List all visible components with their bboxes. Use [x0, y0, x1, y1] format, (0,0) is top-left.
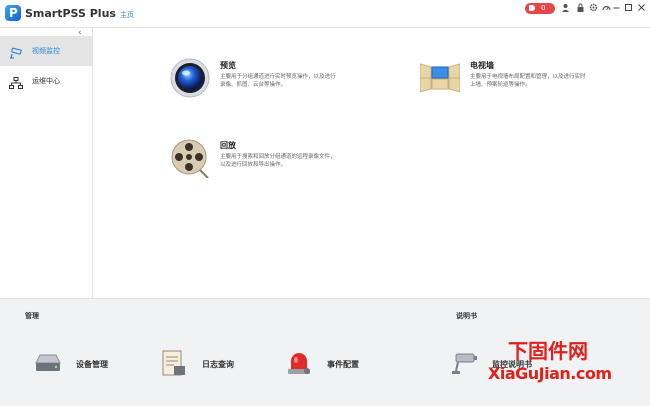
- title-bar: P SmartPSS Plus 主页 0: [0, 0, 650, 28]
- lock-icon[interactable]: [576, 3, 585, 12]
- app-title: SmartPSS Plus: [25, 7, 116, 20]
- network-icon: [9, 74, 23, 89]
- watermark-top: 下固件网: [508, 339, 588, 363]
- sidebar-item-label: 运维中心: [32, 77, 60, 85]
- module-description: 主要用于分组通道进行实时预览操作，以及进行录像、抓图、云台等操作。: [220, 74, 336, 88]
- tool-label: 日志查询: [202, 360, 234, 369]
- close-icon[interactable]: [637, 3, 646, 12]
- tool-label: 设备管理: [76, 360, 108, 369]
- device-icon: [34, 349, 62, 377]
- alarm-light-icon: [285, 349, 313, 377]
- module-preview[interactable]: 预览 主要用于分组通道进行实时预览操作，以及进行录像、抓图、云台等操作。: [170, 58, 350, 103]
- minimize-icon[interactable]: [612, 3, 621, 12]
- lens-icon: [170, 58, 210, 98]
- module-playback[interactable]: 回放 主要用于搜索和回放分组通道的远程录像文件，以及进行回放和导出操作。: [170, 138, 350, 183]
- module-description: 主要用于搜索和回放分组通道的远程录像文件，以及进行回放和导出操作。: [220, 154, 336, 168]
- film-reel-icon: [170, 138, 210, 179]
- gear-icon[interactable]: [589, 3, 598, 12]
- app-logo-icon: P: [5, 5, 21, 21]
- tool-event-config[interactable]: 事件配置: [285, 349, 395, 379]
- maximize-icon[interactable]: [624, 3, 633, 12]
- sidebar: ‹ 视频监控 运维中心: [0, 28, 93, 298]
- tool-device-manager[interactable]: 设备管理: [34, 349, 144, 379]
- module-title: 预览: [220, 61, 236, 70]
- tv-wall-icon: [419, 58, 461, 98]
- section-title-manage: 管理: [25, 312, 39, 320]
- tool-label: 事件配置: [327, 360, 359, 369]
- camera-manual-icon: [450, 349, 478, 377]
- main-content: 预览 主要用于分组通道进行实时预览操作，以及进行录像、抓图、云台等操作。 电视墙…: [94, 28, 650, 298]
- module-title: 回放: [220, 141, 236, 150]
- watermark: 下固件网 XiaGuJian.com: [488, 335, 638, 390]
- cctv-camera-icon: [9, 44, 23, 59]
- module-description: 主要用于电视墙布局配置和管理，以及进行实时上墙、预案轮巡等操作。: [470, 74, 586, 88]
- sidebar-item-video-monitor[interactable]: 视频监控: [0, 36, 92, 66]
- tab-home[interactable]: 主页: [120, 10, 134, 20]
- log-icon: [160, 349, 188, 377]
- sidebar-item-label: 视频监控: [32, 47, 60, 55]
- dashboard-icon[interactable]: [602, 3, 611, 12]
- module-tv-wall[interactable]: 电视墙 主要用于电视墙布局配置和管理，以及进行实时上墙、预案轮巡等操作。: [419, 58, 600, 103]
- module-title: 电视墙: [470, 61, 494, 70]
- alarm-badge[interactable]: 0: [525, 3, 555, 14]
- tool-log-query[interactable]: 日志查询: [160, 349, 270, 379]
- alarm-count: 0: [541, 4, 546, 12]
- speaker-icon: [529, 5, 535, 11]
- section-title-manual: 说明书: [456, 312, 477, 320]
- watermark-bottom: XiaGuJian.com: [488, 364, 612, 383]
- user-icon[interactable]: [561, 3, 570, 12]
- sidebar-item-ops-center[interactable]: 运维中心: [0, 66, 92, 96]
